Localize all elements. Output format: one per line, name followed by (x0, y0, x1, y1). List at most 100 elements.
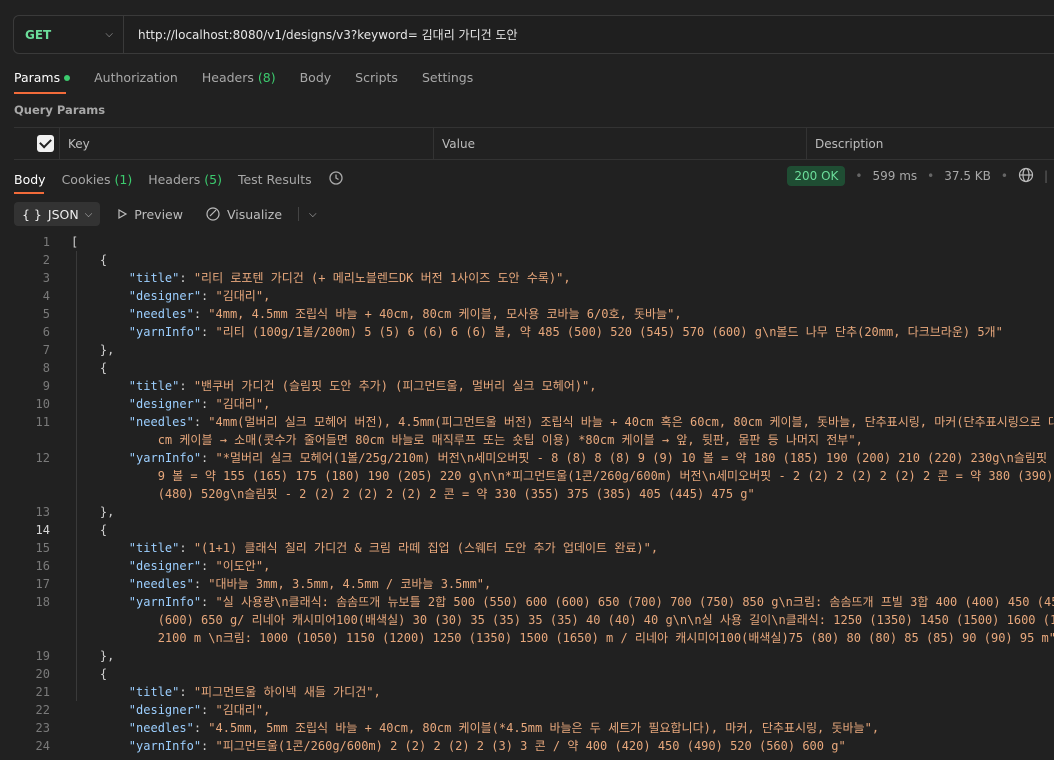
line-number (0, 485, 50, 503)
line-number (0, 629, 50, 647)
code-line: 9 "title": "밴쿠버 가디건 (슬림핏 도안 추가) (피그먼트울, … (0, 377, 1054, 395)
body-toolbar: { } JSON ⌵ Preview Visualize ⌵ (14, 202, 317, 226)
line-number: 23 (35, 721, 50, 735)
code-line: 11 "needles": "4mm(멀버리 실크 모헤어 버전), 4.5mm… (0, 413, 1054, 431)
request-url-bar: GET ⌵ http://localhost:8080/v1/designs/v… (13, 15, 1054, 54)
code-text: "needles": "4.5mm, 5mm 조립식 바늘 + 40cm, 80… (128, 721, 880, 735)
tab-label: Scripts (355, 70, 398, 85)
code-text: "designer": "이도안", (128, 559, 271, 573)
code-text: [ (71, 235, 79, 249)
url-input[interactable]: http://localhost:8080/v1/designs/v3?keyw… (124, 26, 518, 43)
code-text: { (71, 253, 108, 267)
line-number: 14 (35, 523, 50, 537)
code-line: 10 "designer": "김대리", (0, 395, 1054, 413)
format-label: JSON (47, 206, 79, 222)
status-badge[interactable]: 200 OK (787, 166, 846, 186)
tab-scripts[interactable]: Scripts (355, 70, 398, 85)
code-text: "designer": "김대리", (128, 397, 271, 411)
response-size[interactable]: 37.5 KB (944, 169, 991, 183)
tab-response-headers[interactable]: Headers (5) (148, 172, 222, 187)
tab-label: Cookies (61, 172, 111, 187)
tab-params[interactable]: Params (14, 70, 71, 85)
code-text: }, (71, 343, 115, 357)
divider (298, 207, 300, 221)
code-line: 15 "title": "(1+1) 클래식 칠리 가디건 & 크림 라떼 집업… (0, 539, 1054, 557)
code-text: { (71, 523, 108, 537)
separator: • (855, 169, 863, 183)
format-select[interactable]: { } JSON ⌵ (14, 202, 101, 226)
line-number: 2 (42, 253, 50, 267)
status-separator: | (1043, 169, 1048, 183)
tab-label: Authorization (94, 70, 178, 85)
code-text: { (71, 361, 108, 375)
column-value: Value (434, 128, 807, 159)
code-text: "title": "리티 로포텐 가디건 (+ 메리노블렌드DK 버전 1사이즈… (128, 271, 571, 285)
response-json-viewer[interactable]: 1[2 {3 "title": "리티 로포텐 가디건 (+ 메리노블렌드DK … (0, 233, 1054, 755)
play-icon (118, 208, 128, 220)
response-tabs: Body Cookies (1) Headers (5) Test Result… (14, 170, 344, 189)
code-line: 23 "needles": "4.5mm, 5mm 조립식 바늘 + 40cm,… (0, 719, 1054, 737)
separator: • (1000, 169, 1008, 183)
code-text: "needles": "4mm(멀버리 실크 모헤어 버전), 4.5mm(피그… (128, 415, 1054, 429)
line-number: 19 (35, 649, 50, 663)
active-response-tab-underline (14, 192, 44, 194)
tab-cookies[interactable]: Cookies (1) (62, 172, 133, 187)
preview-label: Preview (134, 206, 183, 222)
code-line: 2100 m \n크림: 1000 (1050) 1150 (1200) 125… (0, 629, 1054, 647)
line-number (0, 611, 50, 629)
tab-label: Body (299, 70, 332, 85)
chevron-down-icon[interactable]: ⌵ (309, 209, 317, 220)
method-select[interactable]: GET ⌵ (14, 16, 124, 53)
line-number: 13 (35, 505, 50, 519)
tab-test-results[interactable]: Test Results (238, 172, 312, 187)
separator: • (927, 169, 935, 183)
code-line: cm 케이블 → 소매(콧수가 줄어들면 80cm 바늘로 매직루프 또는 숏팁… (0, 431, 1054, 449)
line-number: 16 (35, 559, 50, 573)
line-number: 10 (35, 397, 50, 411)
response-time[interactable]: 599 ms (872, 169, 917, 183)
code-text: }, (71, 649, 115, 663)
code-text: 9 볼 = 약 155 (165) 175 (180) 190 (205) 22… (71, 469, 1054, 483)
line-number: 17 (35, 577, 50, 591)
line-number: 22 (35, 703, 50, 717)
indent-guide (76, 251, 77, 701)
select-all-checkbox[interactable] (37, 135, 54, 152)
tab-count: (1) (114, 172, 133, 187)
history-icon[interactable] (328, 170, 344, 189)
method-label: GET (25, 27, 52, 42)
line-number: 5 (42, 307, 50, 321)
code-text: "needles": "4mm, 4.5mm 조립식 바늘 + 40cm, 80… (128, 307, 682, 321)
line-number: 11 (35, 415, 50, 429)
tab-response-body[interactable]: Body (14, 172, 46, 187)
code-text: "yarnInfo": "실 사용량\n클래식: 솜솜뜨개 뉴보틀 2합 500… (128, 595, 1054, 609)
line-number: 9 (42, 379, 50, 393)
preview-button[interactable]: Preview (110, 207, 189, 222)
globe-icon[interactable] (1018, 167, 1034, 186)
visualize-button[interactable]: Visualize (199, 206, 288, 222)
code-text: "needles": "대바늘 3mm, 3.5mm, 4.5mm / 코바늘 … (128, 577, 492, 591)
visualize-icon (206, 207, 220, 221)
tab-count: (8) (257, 70, 276, 85)
code-text: (480) 520g\n슬림핏 - 2 (2) 2 (2) 2 (2) 2 콘 … (71, 487, 755, 501)
active-dot-icon (64, 74, 71, 81)
code-text: "yarnInfo": "리티 (100g/1볼/200m) 5 (5) 6 (… (128, 325, 1003, 339)
tab-authorization[interactable]: Authorization (94, 70, 178, 85)
code-text: "designer": "김대리", (128, 703, 271, 717)
line-number (0, 467, 50, 485)
tab-body[interactable]: Body (300, 70, 332, 85)
braces-icon: { } (22, 206, 42, 222)
tab-label: Params (14, 70, 61, 85)
code-line: 17 "needles": "대바늘 3mm, 3.5mm, 4.5mm / 코… (0, 575, 1054, 593)
request-tabs: Params Authorization Headers (8) Body Scr… (14, 70, 473, 85)
visualize-label: Visualize (226, 206, 283, 222)
code-text: "designer": "김대리", (128, 289, 271, 303)
code-line: 22 "designer": "김대리", (0, 701, 1054, 719)
code-text: "title": "피그먼트울 하이넥 새들 가디건", (128, 685, 381, 699)
code-line: 20 { (0, 665, 1054, 683)
code-line: 21 "title": "피그먼트울 하이넥 새들 가디건", (0, 683, 1054, 701)
tab-headers[interactable]: Headers (8) (202, 70, 276, 85)
line-number: 24 (35, 739, 50, 753)
tab-label: Settings (421, 70, 474, 85)
tab-settings[interactable]: Settings (422, 70, 473, 85)
line-number: 20 (35, 667, 50, 681)
